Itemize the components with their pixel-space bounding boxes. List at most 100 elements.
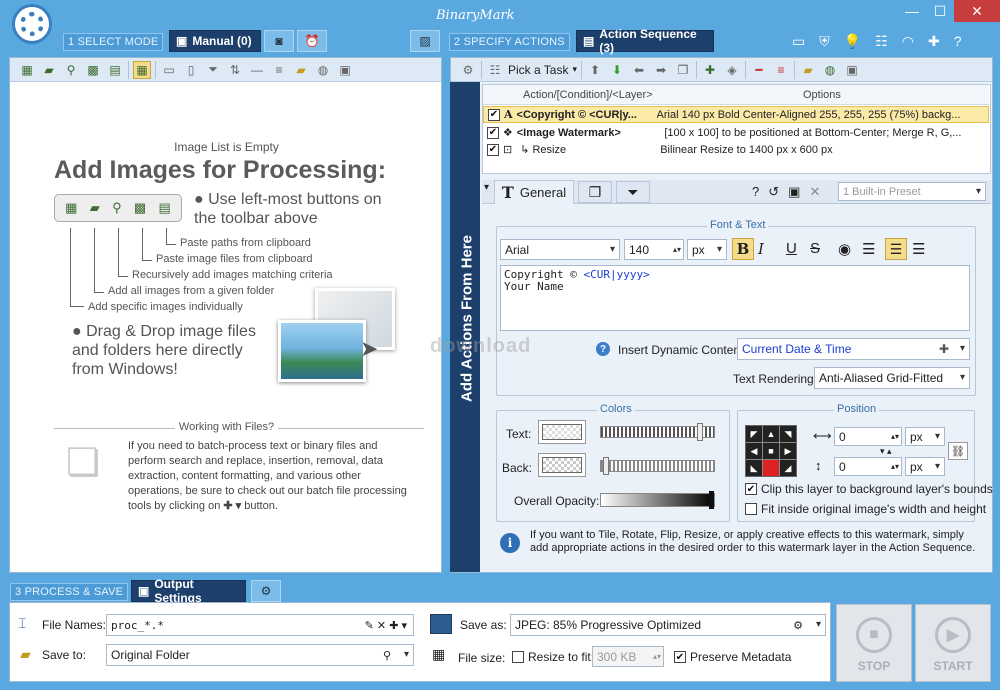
image-list-panel[interactable]: ▦ ▰ ⚲ ▩ ▤ ▦ ▭ ▯ ⏷ ⇅ — ≡ ▰ ◍ ▣ Image List… (9, 57, 442, 573)
library-icon[interactable]: ◍ (821, 61, 839, 79)
move-down-icon[interactable]: ⬇ (608, 61, 626, 79)
app-menu-button[interactable] (12, 4, 52, 44)
link-icon[interactable]: ⛓ (948, 442, 968, 460)
resize-to-fit-checkbox[interactable] (512, 651, 524, 663)
sequence-row[interactable]: ✔ ⊡ ↳ Resize Bilinear Resize to 1400 px … (483, 141, 989, 158)
insert-dynamic-select[interactable]: Current Date & Time ✚ (737, 338, 970, 360)
tab-action-sequence[interactable]: ▤ Action Sequence (3) (576, 27, 714, 55)
bold-button[interactable]: B (732, 238, 754, 260)
add-action-icon[interactable]: ✚ (701, 61, 719, 79)
shield-icon[interactable]: ⛨ (819, 33, 830, 50)
sequence-row[interactable]: ✔ A <Copyright © <CUR|y... Arial 140 px … (483, 106, 989, 123)
filter-icon[interactable]: ⏷ (204, 61, 222, 79)
settings-icon[interactable]: ⚙ (459, 61, 477, 79)
watermark-text-input[interactable]: Copyright © <CUR|yyyy> Your Name (500, 265, 970, 331)
start-button[interactable]: ▶ START (915, 604, 991, 682)
position-x-input[interactable]: 0 ▴▾ (834, 427, 902, 446)
strikethrough-button[interactable]: S (810, 240, 820, 257)
resize-to-fit-option[interactable]: Resize to fit: (512, 650, 594, 664)
save-preset-icon[interactable]: ▣ (788, 184, 800, 200)
close-button[interactable]: ✕ (954, 0, 1000, 22)
text-rendering-select[interactable]: Anti-Aliased Grid-Fitted (814, 367, 970, 389)
remove-icon[interactable]: ▯ (182, 61, 200, 79)
anchor-grid[interactable]: ◤ ▲ ◥ ◀ ■ ▶ ◣ ◢ (745, 425, 797, 477)
file-names-input[interactable]: proc_*.* ✎ ✕ ✚ ▾ (106, 614, 414, 636)
resize-to-fit-input[interactable]: 300 KB ▴▾ (592, 646, 664, 667)
tab-general[interactable]: T General (494, 180, 574, 204)
forward-icon[interactable]: ➡ (652, 61, 670, 79)
tab-layers[interactable]: ❐ (578, 181, 612, 203)
font-unit-select[interactable]: px (687, 239, 727, 260)
align-left-button[interactable]: ☰ (862, 240, 875, 258)
checklist-icon[interactable]: ☷ (875, 33, 888, 50)
help-icon[interactable]: ? (596, 342, 610, 356)
remove-action-icon[interactable]: ━ (750, 61, 768, 79)
pick-task-button[interactable]: Pick a Task (508, 63, 568, 77)
text-opacity-slider[interactable] (600, 423, 715, 441)
outline-button[interactable]: ◉ (838, 240, 851, 258)
help-icon[interactable]: ? (954, 33, 962, 50)
clip-layer-option[interactable]: ✔ Clip this layer to background layer's b… (745, 482, 993, 496)
add-folder-icon[interactable]: ▰ (40, 61, 58, 79)
open-sequence-icon[interactable]: ▰ (799, 61, 817, 79)
tab-schedule[interactable]: ⏰ (297, 30, 327, 52)
font-family-select[interactable]: Arial (500, 239, 620, 260)
tab-condition[interactable]: ⏷ (616, 181, 650, 203)
group-icon[interactable]: ◍ (314, 61, 332, 79)
clear-actions-icon[interactable]: ≡ (772, 61, 790, 79)
collapse-icon[interactable]: ▾ (484, 182, 489, 193)
position-x-unit[interactable]: px (905, 427, 945, 446)
back-opacity-slider[interactable] (600, 457, 715, 475)
preset-select[interactable]: 1 Built-in Preset (838, 182, 986, 201)
paste-files-icon[interactable]: ▩ (84, 61, 102, 79)
tab-screenshot[interactable]: ◙ (264, 30, 294, 52)
stop-button[interactable]: ■ STOP (836, 604, 912, 682)
tab-output-settings[interactable]: ▣ Output Settings (131, 577, 246, 605)
align-center-button[interactable]: ☰ (885, 238, 907, 260)
preserve-metadata-checkbox[interactable]: ✔ (674, 651, 686, 663)
back-color-swatch[interactable] (538, 453, 586, 477)
save-sequence-icon[interactable]: ▣ (843, 61, 861, 79)
save-as-select[interactable]: JPEG: 85% Progressive Optimized ⚙ (510, 614, 826, 636)
tab-manual[interactable]: ▣ Manual (0) (169, 30, 261, 52)
italic-button[interactable]: I (758, 240, 764, 258)
row-checkbox[interactable]: ✔ (488, 108, 500, 121)
reset-icon[interactable]: ↺ (768, 184, 779, 200)
plus-icon[interactable]: ✚ (928, 33, 940, 50)
copy-icon[interactable]: ❐ (674, 61, 692, 79)
save-list-icon[interactable]: ▣ (336, 61, 354, 79)
overall-opacity-slider[interactable] (600, 491, 715, 509)
minimize-button[interactable]: — (898, 0, 926, 22)
position-y-input[interactable]: 0 ▴▾ (834, 457, 902, 476)
sort-icon[interactable]: ⇅ (226, 61, 244, 79)
fit-inside-option[interactable]: Fit inside original image's width and he… (745, 502, 986, 516)
font-size-input[interactable]: 140 ▴▾ (624, 239, 684, 260)
preview-button[interactable]: ▨ (410, 30, 440, 52)
collapse-icon[interactable]: — (248, 61, 266, 79)
row-checkbox[interactable]: ✔ (487, 126, 499, 139)
move-up-icon[interactable]: ⬆ (586, 61, 604, 79)
wifi-icon[interactable]: ◠ (902, 33, 914, 50)
list-icon[interactable]: ≡ (270, 61, 288, 79)
thumbnails-view-icon[interactable]: ▦ (133, 60, 151, 79)
add-images-icon[interactable]: ▦ (18, 61, 36, 79)
help-icon[interactable]: ? (752, 184, 759, 200)
maximize-button[interactable]: ☐ (926, 0, 954, 22)
clip-checkbox[interactable]: ✔ (745, 483, 757, 495)
position-y-unit[interactable]: px (905, 457, 945, 476)
align-right-button[interactable]: ☰ (912, 240, 925, 258)
underline-button[interactable]: U (786, 240, 797, 257)
sequence-row[interactable]: ✔ ❖ <Image Watermark> [100 x 100] to be … (483, 124, 989, 141)
open-folder-icon[interactable]: ▰ (292, 61, 310, 79)
row-checkbox[interactable]: ✔ (487, 143, 499, 156)
recursive-add-icon[interactable]: ⚲ (62, 61, 80, 79)
delete-preset-icon[interactable]: ✕ (809, 184, 820, 200)
add-actions-sidebar[interactable]: Add Actions From Here (450, 82, 480, 572)
add-condition-icon[interactable]: ◈ (723, 61, 741, 79)
console-icon[interactable]: ▭ (792, 33, 805, 50)
lightbulb-icon[interactable]: 💡 (844, 33, 861, 50)
fit-checkbox[interactable] (745, 503, 757, 515)
text-color-swatch[interactable] (538, 420, 586, 444)
back-icon[interactable]: ⬅ (630, 61, 648, 79)
save-to-input[interactable]: Original Folder ⚲ (106, 644, 414, 666)
